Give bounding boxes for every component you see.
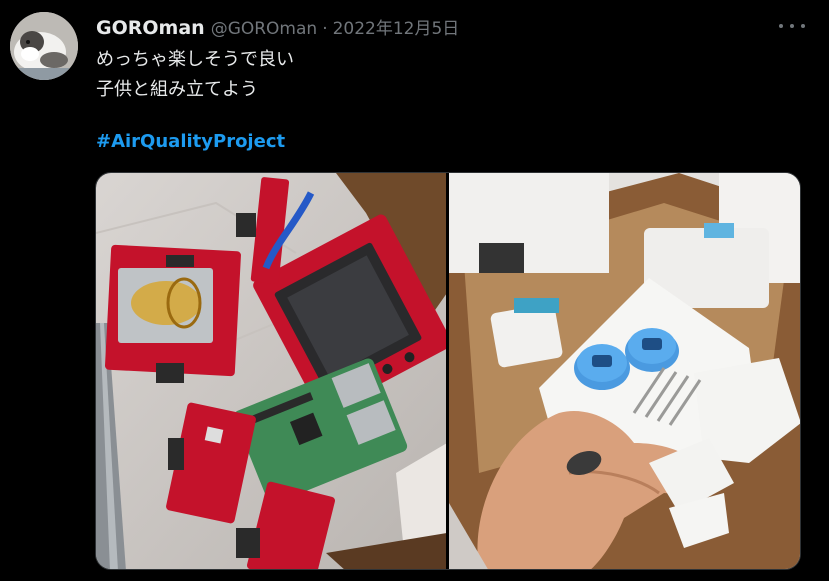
tweet-text-line-1: めっちゃ楽しそうで良い [96, 49, 294, 70]
more-dot [779, 24, 783, 28]
media-grid [95, 172, 801, 570]
tweet: GOROman @GOROman · 2022年12月5日 めっちゃ楽しそうで良… [0, 0, 829, 581]
tweet-text-line-2: 子供と組み立てよう [96, 79, 258, 100]
more-dot [790, 24, 794, 28]
avatar[interactable] [10, 12, 78, 80]
photo-printed-case[interactable] [449, 173, 800, 569]
photo-circuit-boards[interactable] [96, 173, 446, 569]
tweet-date[interactable]: 2022年12月5日 [333, 14, 460, 39]
separator-dot: · [322, 19, 328, 39]
tweet-header: GOROman @GOROman · 2022年12月5日 [96, 14, 459, 40]
more-dot [801, 24, 805, 28]
more-horizontal-icon[interactable] [779, 22, 805, 30]
user-handle[interactable]: @GOROman [211, 19, 318, 39]
hashtag-link[interactable]: #AirQualityProject [96, 131, 285, 152]
display-name[interactable]: GOROman [96, 17, 205, 39]
